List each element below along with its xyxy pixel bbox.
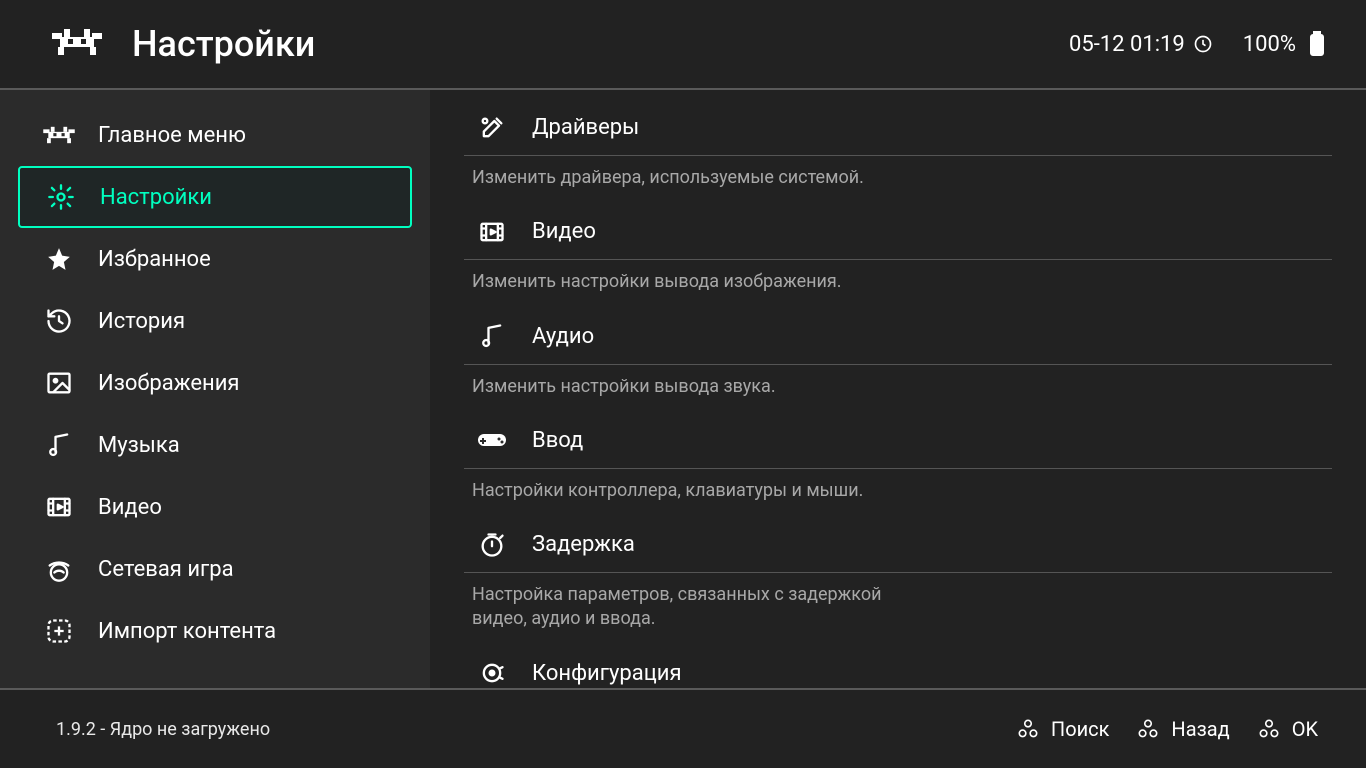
settings-item-2[interactable]: Аудио	[464, 309, 1332, 365]
sidebar-item-8[interactable]: Импорт контента	[18, 600, 412, 662]
sidebar-item-6[interactable]: Видео	[18, 476, 412, 538]
hint-icon	[1256, 716, 1282, 742]
settings-item-label: Задержка	[532, 532, 635, 557]
hint-icon	[1135, 716, 1161, 742]
sidebar-item-label: Сетевая игра	[98, 557, 234, 582]
sidebar-item-label: Избранное	[98, 247, 211, 272]
battery-icon	[1308, 31, 1326, 57]
settings-item-label: Конфигурация	[532, 661, 682, 686]
sidebar-item-label: Видео	[98, 495, 162, 520]
sidebar-item-1[interactable]: Настройки	[18, 166, 412, 228]
footer-hint-1[interactable]: Назад	[1135, 716, 1229, 742]
sidebar-item-0[interactable]: Главное меню	[18, 104, 412, 166]
tools-icon	[476, 114, 508, 142]
footer-hints: Поиск Назад OK	[1015, 716, 1318, 742]
settings-item-desc-1: Изменить настройки вывода изображения.	[464, 260, 884, 308]
sidebar-item-4[interactable]: Изображения	[18, 352, 412, 414]
header-status: 05-12 01:19 100%	[1069, 31, 1326, 57]
settings-item-label: Ввод	[532, 428, 583, 453]
datetime-text: 05-12 01:19	[1069, 32, 1185, 57]
page-title: Настройки	[132, 23, 1069, 65]
hint-label: Назад	[1171, 717, 1229, 741]
sidebar-item-label: Настройки	[100, 185, 212, 210]
clock-icon	[1193, 34, 1213, 54]
star-icon	[42, 246, 76, 272]
settings-item-desc-3: Настройки контроллера, клавиатуры и мыши…	[464, 469, 884, 517]
footer-hint-0[interactable]: Поиск	[1015, 716, 1110, 742]
music-icon	[42, 431, 76, 459]
sidebar-item-label: Изображения	[98, 371, 240, 396]
gamepad-icon	[476, 430, 508, 450]
video-icon	[42, 493, 76, 521]
settings-item-label: Аудио	[532, 324, 594, 349]
retroarch-icon	[42, 124, 76, 146]
sidebar-item-5[interactable]: Музыка	[18, 414, 412, 476]
gear-icon	[44, 183, 78, 211]
sidebar-item-2[interactable]: Избранное	[18, 228, 412, 290]
audio-icon	[476, 322, 508, 350]
settings-item-label: Драйверы	[532, 115, 639, 140]
hint-label: OK	[1292, 717, 1318, 741]
settings-item-3[interactable]: Ввод	[464, 413, 1332, 469]
netplay-icon	[42, 555, 76, 583]
battery-text: 100%	[1243, 32, 1296, 57]
settings-item-desc-0: Изменить драйвера, используемые системой…	[464, 156, 884, 204]
config-icon	[476, 659, 508, 687]
sidebar-item-7[interactable]: Сетевая игра	[18, 538, 412, 600]
image-icon	[42, 369, 76, 397]
footer-status: 1.9.2 - Ядро не загружено	[56, 719, 1015, 740]
settings-item-5[interactable]: Конфигурация	[464, 646, 1332, 688]
sidebar-item-label: Музыка	[98, 433, 180, 458]
sidebar-item-label: Импорт контента	[98, 619, 276, 644]
settings-item-4[interactable]: Задержка	[464, 517, 1332, 573]
settings-item-desc-4: Настройка параметров, связанных с задерж…	[464, 573, 884, 646]
header: Настройки 05-12 01:19 100%	[0, 0, 1366, 90]
footer: 1.9.2 - Ядро не загружено Поиск Назад OK	[0, 688, 1366, 768]
settings-item-label: Видео	[532, 219, 596, 244]
footer-hint-2[interactable]: OK	[1256, 716, 1318, 742]
settings-item-1[interactable]: Видео	[464, 204, 1332, 260]
settings-panel: Драйверы Изменить драйвера, используемые …	[430, 90, 1366, 688]
sidebar: Главное меню Настройки Избранное История Изо…	[0, 90, 430, 688]
hint-label: Поиск	[1051, 717, 1110, 741]
sidebar-item-label: История	[98, 309, 185, 334]
history-icon	[42, 307, 76, 335]
sidebar-item-label: Главное меню	[98, 123, 246, 148]
retroarch-icon	[50, 25, 104, 63]
import-icon	[42, 617, 76, 645]
settings-item-desc-2: Изменить настройки вывода звука.	[464, 365, 884, 413]
sidebar-item-3[interactable]: История	[18, 290, 412, 352]
settings-item-0[interactable]: Драйверы	[464, 100, 1332, 156]
video-icon	[476, 218, 508, 246]
content-area: Главное меню Настройки Избранное История Изо…	[0, 90, 1366, 688]
latency-icon	[476, 531, 508, 559]
hint-icon	[1015, 716, 1041, 742]
